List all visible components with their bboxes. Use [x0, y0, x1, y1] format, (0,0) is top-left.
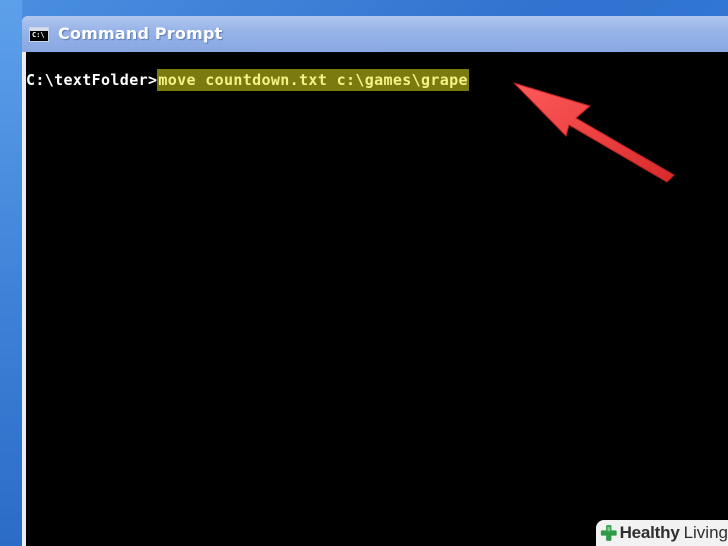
console-area[interactable]: C:\textFolder> move countdown.txt c:\game…: [26, 52, 728, 546]
healthy-living-watermark: Healthy Living: [596, 520, 728, 546]
green-cross-icon: [600, 525, 617, 541]
console-prompt: C:\textFolder>: [26, 71, 158, 89]
watermark-brand-bold: Healthy: [619, 523, 680, 542]
cmd-window-icon[interactable]: C:\: [29, 27, 49, 42]
title-bar[interactable]: C:\ Command Prompt: [22, 16, 728, 52]
console-line: C:\textFolder> move countdown.txt c:\game…: [26, 69, 469, 91]
cmd-icon-glyph: C:\: [32, 31, 45, 39]
command-prompt-window: C:\ Command Prompt C:\textFolder> move co…: [22, 16, 728, 546]
watermark-brand-regular: Living: [683, 523, 728, 542]
desktop-background: [0, 0, 22, 546]
console-command[interactable]: move countdown.txt c:\games\grape: [157, 69, 469, 91]
window-title: Command Prompt: [58, 24, 223, 43]
